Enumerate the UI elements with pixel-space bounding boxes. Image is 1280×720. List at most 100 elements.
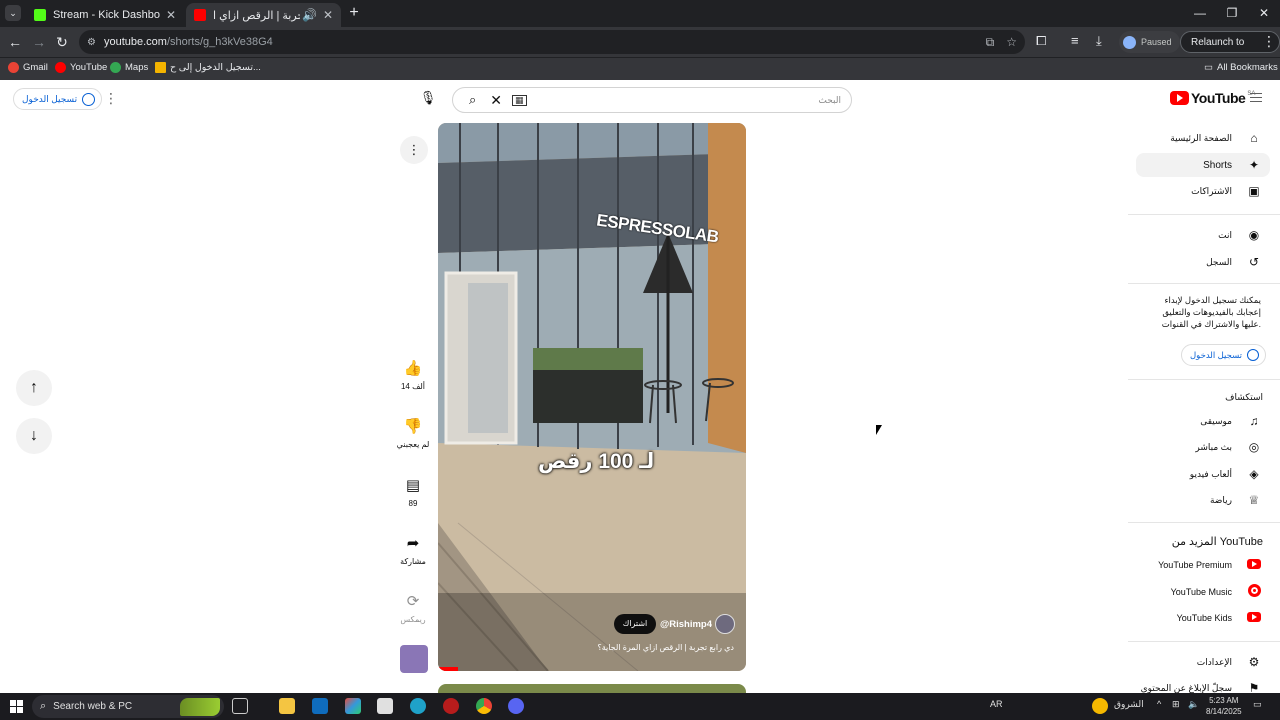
bookmark-gmail[interactable]: Gmail: [8, 62, 48, 73]
task-view-icon[interactable]: [232, 698, 248, 714]
reload-icon[interactable]: ↻: [53, 33, 71, 51]
copilot-icon[interactable]: [345, 698, 361, 714]
sidebar-item-music[interactable]: موسيقى ♫: [1136, 409, 1280, 433]
sidebar-item-label: YouTube Kids: [1176, 613, 1232, 623]
chrome-menu-icon[interactable]: ⋮: [1262, 33, 1276, 50]
dislike-button[interactable]: 👎 لم يعجبني: [393, 418, 433, 449]
sidebar-item-kids[interactable]: YouTube Kids: [1136, 606, 1280, 630]
store-icon[interactable]: [377, 698, 393, 714]
subscribe-button[interactable]: اشتراك: [614, 614, 656, 634]
gaming-icon: ◈: [1249, 467, 1259, 481]
short-video-player[interactable]: ESPRESSOLAB لـ 100 رقص اشتراك @Rishimp4 …: [438, 123, 746, 671]
sidebar-item-you[interactable]: انت ◉: [1136, 223, 1280, 247]
sidebar-item-label: Shorts: [1203, 159, 1232, 171]
bookmark-maps[interactable]: Maps: [110, 62, 148, 73]
sidebar-item-sports[interactable]: رياضة ♕: [1136, 488, 1280, 512]
sidebar-item-home[interactable]: الصفحة الرئيسية ⌂: [1136, 126, 1280, 150]
bookmark-label: تسجيل الدخول إلى ح...: [170, 62, 261, 73]
clear-icon[interactable]: ✕: [490, 92, 502, 109]
outlook-icon[interactable]: [312, 698, 328, 714]
sidebar-item-history[interactable]: السجل ↺: [1136, 250, 1280, 274]
channel-avatar[interactable]: [715, 614, 735, 634]
user-icon: [82, 92, 96, 106]
signin-label: تسجيل الدخول: [22, 93, 78, 104]
comments-button[interactable]: ▤ 89: [393, 477, 433, 508]
tab-search-icon[interactable]: ⌄: [5, 5, 21, 21]
discord-icon[interactable]: [508, 698, 524, 714]
bookmark-youtube[interactable]: YouTube: [55, 62, 107, 73]
bookmark-star-icon[interactable]: ☆: [1006, 35, 1017, 50]
kick-favicon-icon: [34, 9, 46, 21]
minimize-icon[interactable]: —: [1184, 0, 1216, 27]
search-input[interactable]: البحث: [818, 95, 841, 106]
speaker-icon[interactable]: 🔊: [302, 8, 317, 22]
sidebar-item-settings[interactable]: الإعدادات ⚙: [1136, 650, 1280, 674]
search-icon[interactable]: ⌕: [469, 92, 476, 108]
weather-icon[interactable]: [1092, 698, 1108, 714]
sidebar-item-label: الاشتراكات: [1191, 185, 1232, 196]
short-caption[interactable]: دي رابع تجربة | الرقص ازاي المرة الجاية؟: [597, 643, 734, 652]
sidebar-item-shorts[interactable]: Shorts ✦: [1136, 153, 1270, 177]
back-icon[interactable]: ←: [6, 33, 24, 51]
chrome-icon[interactable]: [476, 698, 492, 714]
system-clock[interactable]: 5:23 AM 8/14/2025: [1206, 695, 1242, 717]
input-language[interactable]: AR: [990, 699, 1003, 709]
site-info-icon[interactable]: ⚙: [87, 37, 96, 48]
close-window-icon[interactable]: ✕: [1248, 0, 1280, 27]
like-button[interactable]: 👍 14 ألف: [393, 360, 433, 391]
share-button[interactable]: ➦ مشاركة: [393, 535, 433, 566]
edge-icon[interactable]: [410, 698, 426, 714]
sidebar-item-music-app[interactable]: YouTube Music: [1136, 580, 1280, 604]
sidebar-item-subscriptions[interactable]: الاشتراكات ▣: [1136, 179, 1280, 203]
sidebar-item-live[interactable]: بث مباشر ◎: [1136, 435, 1280, 459]
youtube-favicon-icon: [194, 9, 206, 21]
search-box[interactable]: ⌕ ✕ ▦ البحث: [452, 87, 852, 113]
tray-chevron-icon[interactable]: ^: [1157, 699, 1161, 709]
remix-button[interactable]: ⟳ ريمكس: [393, 593, 433, 624]
close-tab-icon[interactable]: ✕: [166, 8, 176, 22]
previous-short-button[interactable]: ↑: [16, 370, 52, 406]
folder-icon: ▭: [1204, 62, 1213, 73]
keyboard-icon[interactable]: ▦: [512, 94, 527, 106]
sidebar-item-premium[interactable]: YouTube Premium: [1136, 553, 1280, 577]
sidebar-item-label: انت: [1218, 229, 1232, 240]
tab-youtube-short[interactable]: دي رابع تجربة | الرقص ازاي ا... 🔊 ✕: [186, 3, 341, 27]
notifications-icon[interactable]: ▭: [1253, 699, 1262, 710]
install-app-icon[interactable]: ⧉: [986, 35, 995, 50]
taskbar-search[interactable]: ⌕ Search web & PC: [32, 695, 224, 718]
more-options-icon[interactable]: ⋮: [400, 136, 428, 164]
sidebar-signin-button[interactable]: تسجيل الدخول: [1181, 344, 1267, 366]
new-tab-button[interactable]: +: [345, 4, 363, 22]
signin-button[interactable]: تسجيل الدخول: [13, 88, 103, 110]
address-bar[interactable]: ⚙ youtube.com/shorts/g_h3kVe38G4 ⧉ ☆: [79, 30, 1025, 54]
voice-search-icon[interactable]: 🎙: [419, 90, 437, 108]
windows-start-icon[interactable]: [10, 700, 23, 713]
sidebar-item-gaming[interactable]: ألعاب فيديو ◈: [1136, 462, 1280, 486]
settings-menu-icon[interactable]: ⋮: [104, 90, 118, 107]
sound-thumbnail[interactable]: [400, 645, 428, 673]
extensions-icon[interactable]: ⧠: [1036, 33, 1046, 49]
channel-handle[interactable]: @Rishimp4: [660, 619, 712, 630]
next-short-button[interactable]: ↓: [16, 418, 52, 454]
sidebar-item-label: موسيقى: [1200, 415, 1232, 426]
youtube-logo[interactable]: YouTube SA: [1170, 90, 1255, 106]
profile-button[interactable]: Paused: [1119, 31, 1180, 53]
media-control-icon[interactable]: ≡: [1071, 33, 1079, 48]
arrow-up-icon: ↑: [30, 379, 38, 396]
bookmark-signin[interactable]: تسجيل الدخول إلى ح...: [155, 62, 261, 73]
restore-icon[interactable]: ❐: [1216, 0, 1248, 27]
sidebar-item-report-history[interactable]: سجلّ الإبلاغ عن المحتوى ⚑: [1136, 676, 1280, 693]
volume-icon[interactable]: 🔈: [1188, 699, 1199, 710]
app-icon[interactable]: [443, 698, 459, 714]
tab-kick-dashboard[interactable]: Stream - Kick Dashboard ✕: [26, 3, 184, 27]
next-short-preview[interactable]: [438, 684, 746, 693]
downloads-icon[interactable]: ⤓: [1096, 33, 1102, 49]
file-explorer-icon[interactable]: [279, 698, 295, 714]
forward-icon[interactable]: →: [30, 33, 48, 51]
url-path: /shorts/g_h3kVe38G4: [166, 36, 273, 48]
weather-label[interactable]: الشروق: [1114, 699, 1144, 710]
network-icon[interactable]: ⊞: [1172, 699, 1180, 710]
guide-menu-icon[interactable]: [1250, 93, 1262, 102]
close-tab-icon[interactable]: ✕: [323, 8, 333, 22]
all-bookmarks[interactable]: ▭ All Bookmarks: [1204, 62, 1278, 73]
